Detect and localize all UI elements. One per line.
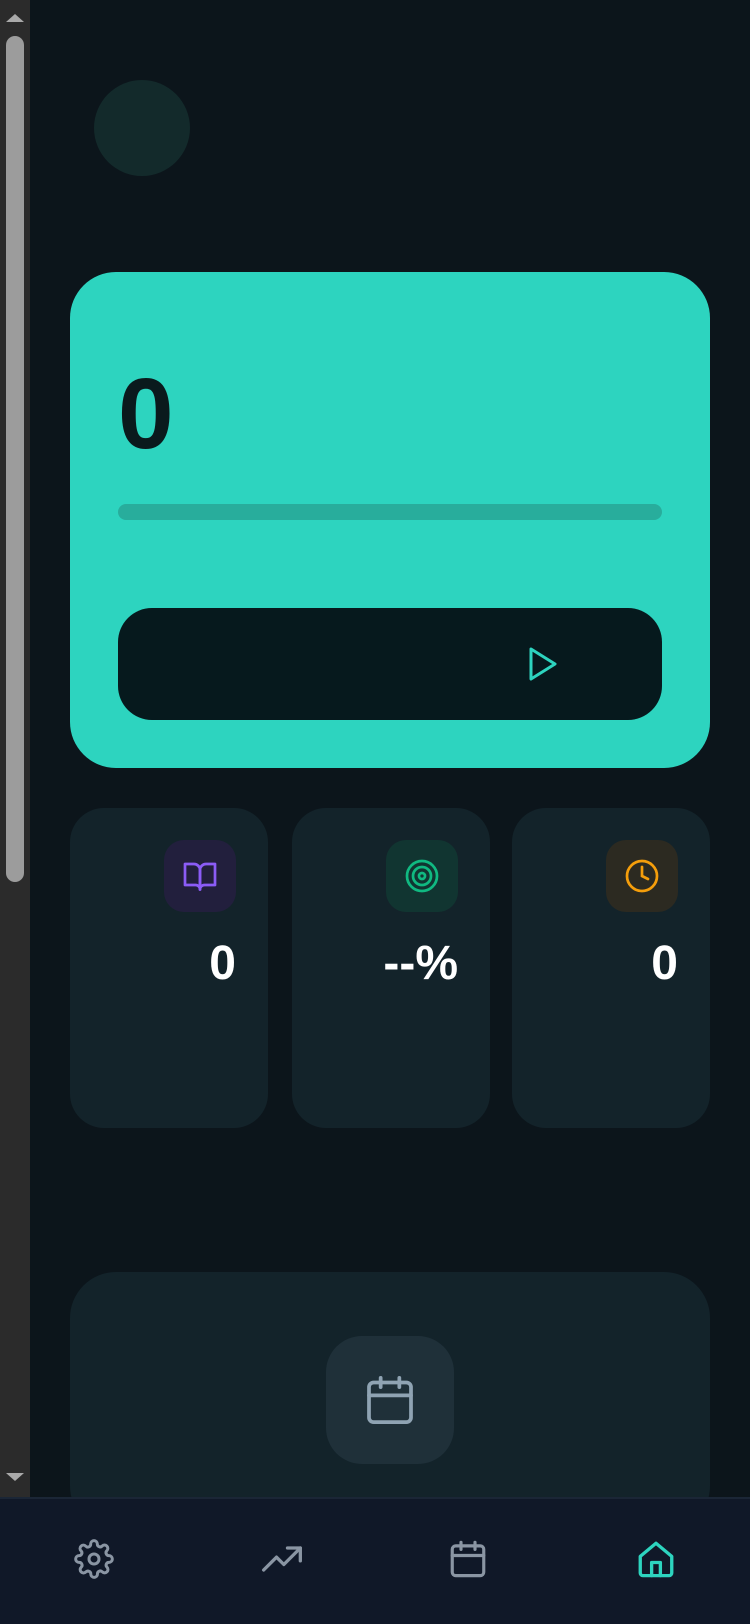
book-icon — [183, 862, 217, 891]
scroll-thumb[interactable] — [6, 36, 24, 882]
gear-icon — [74, 1539, 114, 1579]
nav-stats[interactable] — [252, 1529, 312, 1589]
calendar-icon — [367, 1375, 413, 1425]
bottom-nav — [0, 1497, 750, 1624]
home-icon — [638, 1541, 674, 1578]
scrollbar[interactable] — [0, 0, 30, 1497]
calendar-icon-box — [326, 1336, 454, 1464]
stat-value: --% — [383, 937, 458, 990]
nav-settings[interactable] — [64, 1529, 124, 1589]
hero-count: 0 — [118, 358, 174, 470]
target-icon — [405, 859, 439, 893]
stat-icon-box — [164, 840, 236, 912]
calendar-icon — [450, 1540, 486, 1578]
scroll-up-arrow[interactable] — [6, 14, 24, 22]
clock-icon — [625, 859, 659, 893]
play-icon — [529, 647, 557, 681]
hero-card: 0 — [70, 272, 710, 768]
avatar[interactable] — [94, 80, 190, 176]
stat-icon-box — [606, 840, 678, 912]
nav-home[interactable] — [626, 1529, 686, 1589]
stat-card-accuracy[interactable]: --% — [292, 808, 490, 1128]
stat-card-time[interactable]: 0 — [512, 808, 710, 1128]
scroll-down-arrow[interactable] — [6, 1473, 24, 1481]
stat-card-words[interactable]: 0 — [70, 808, 268, 1128]
progress-bar — [118, 504, 662, 520]
stat-value: 0 — [651, 937, 678, 990]
stat-value: 0 — [209, 937, 236, 990]
schedule-card[interactable] — [70, 1272, 710, 1532]
nav-calendar[interactable] — [438, 1529, 498, 1589]
stat-icon-box — [386, 840, 458, 912]
start-button[interactable] — [118, 608, 662, 720]
trending-up-icon — [262, 1546, 302, 1572]
app-screen: 0 0 --% 0 — [0, 0, 750, 1624]
